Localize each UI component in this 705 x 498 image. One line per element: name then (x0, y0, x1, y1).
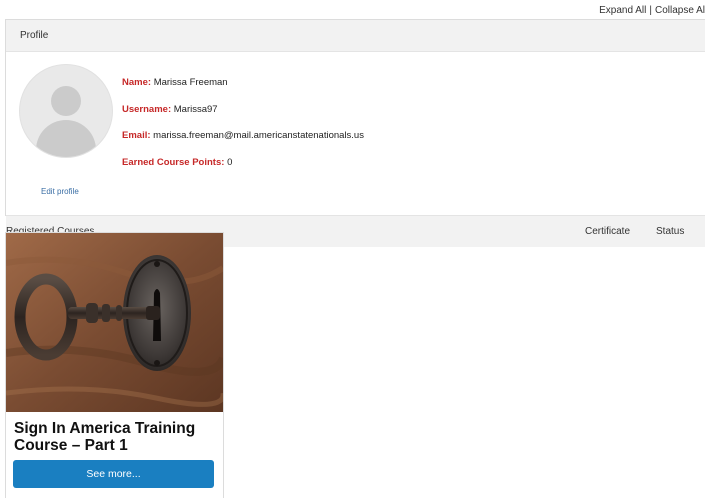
email-row: Email: marissa.freeman@mail.americanstat… (122, 123, 364, 150)
email-value: marissa.freeman@mail.americanstatenation… (153, 130, 364, 141)
points-row: Earned Course Points: 0 (122, 150, 364, 177)
edit-profile-link[interactable]: Edit profile (41, 187, 79, 196)
key-lock-illustration (6, 233, 223, 412)
username-row: Username: Marissa97 (122, 97, 364, 124)
link-separator: | (649, 5, 652, 16)
expand-collapse-links: Expand All | Collapse Al (599, 5, 705, 16)
profile-info: Name: Marissa Freeman Username: Marissa9… (122, 70, 364, 176)
username-label: Username: (122, 103, 172, 115)
email-label: Email: (122, 130, 151, 141)
key-in-lock-image (6, 233, 223, 412)
certificate-column-label: Certificate (585, 226, 631, 237)
profile-panel: Profile Edit profile Name: Marissa Freem… (5, 19, 705, 247)
expand-all-link[interactable]: Expand All (599, 5, 646, 16)
see-more-button[interactable]: See more... (13, 460, 214, 488)
page: Expand All | Collapse Al Profile Edit prof… (0, 0, 705, 498)
points-label: Earned Course Points: (122, 156, 225, 168)
name-label: Name: (122, 77, 152, 88)
name-row: Name: Marissa Freeman (122, 70, 364, 97)
course-card[interactable]: Sign In America Training Course – Part 1… (5, 232, 224, 498)
profile-body: Edit profile Name: Marissa Freeman Usern… (6, 52, 705, 247)
profile-header[interactable]: Profile (6, 20, 705, 52)
avatar-body-shape (36, 120, 96, 157)
course-title[interactable]: Sign In America Training Course – Part 1 (6, 412, 223, 460)
collapse-all-link[interactable]: Collapse Al (655, 5, 705, 16)
points-value: 0 (227, 156, 233, 168)
avatar-placeholder-icon (19, 64, 113, 158)
avatar-head-shape (51, 86, 81, 116)
status-column-label: Status (656, 226, 685, 237)
username-value: Marissa97 (173, 103, 218, 115)
name-value: Marissa Freeman (153, 77, 228, 88)
